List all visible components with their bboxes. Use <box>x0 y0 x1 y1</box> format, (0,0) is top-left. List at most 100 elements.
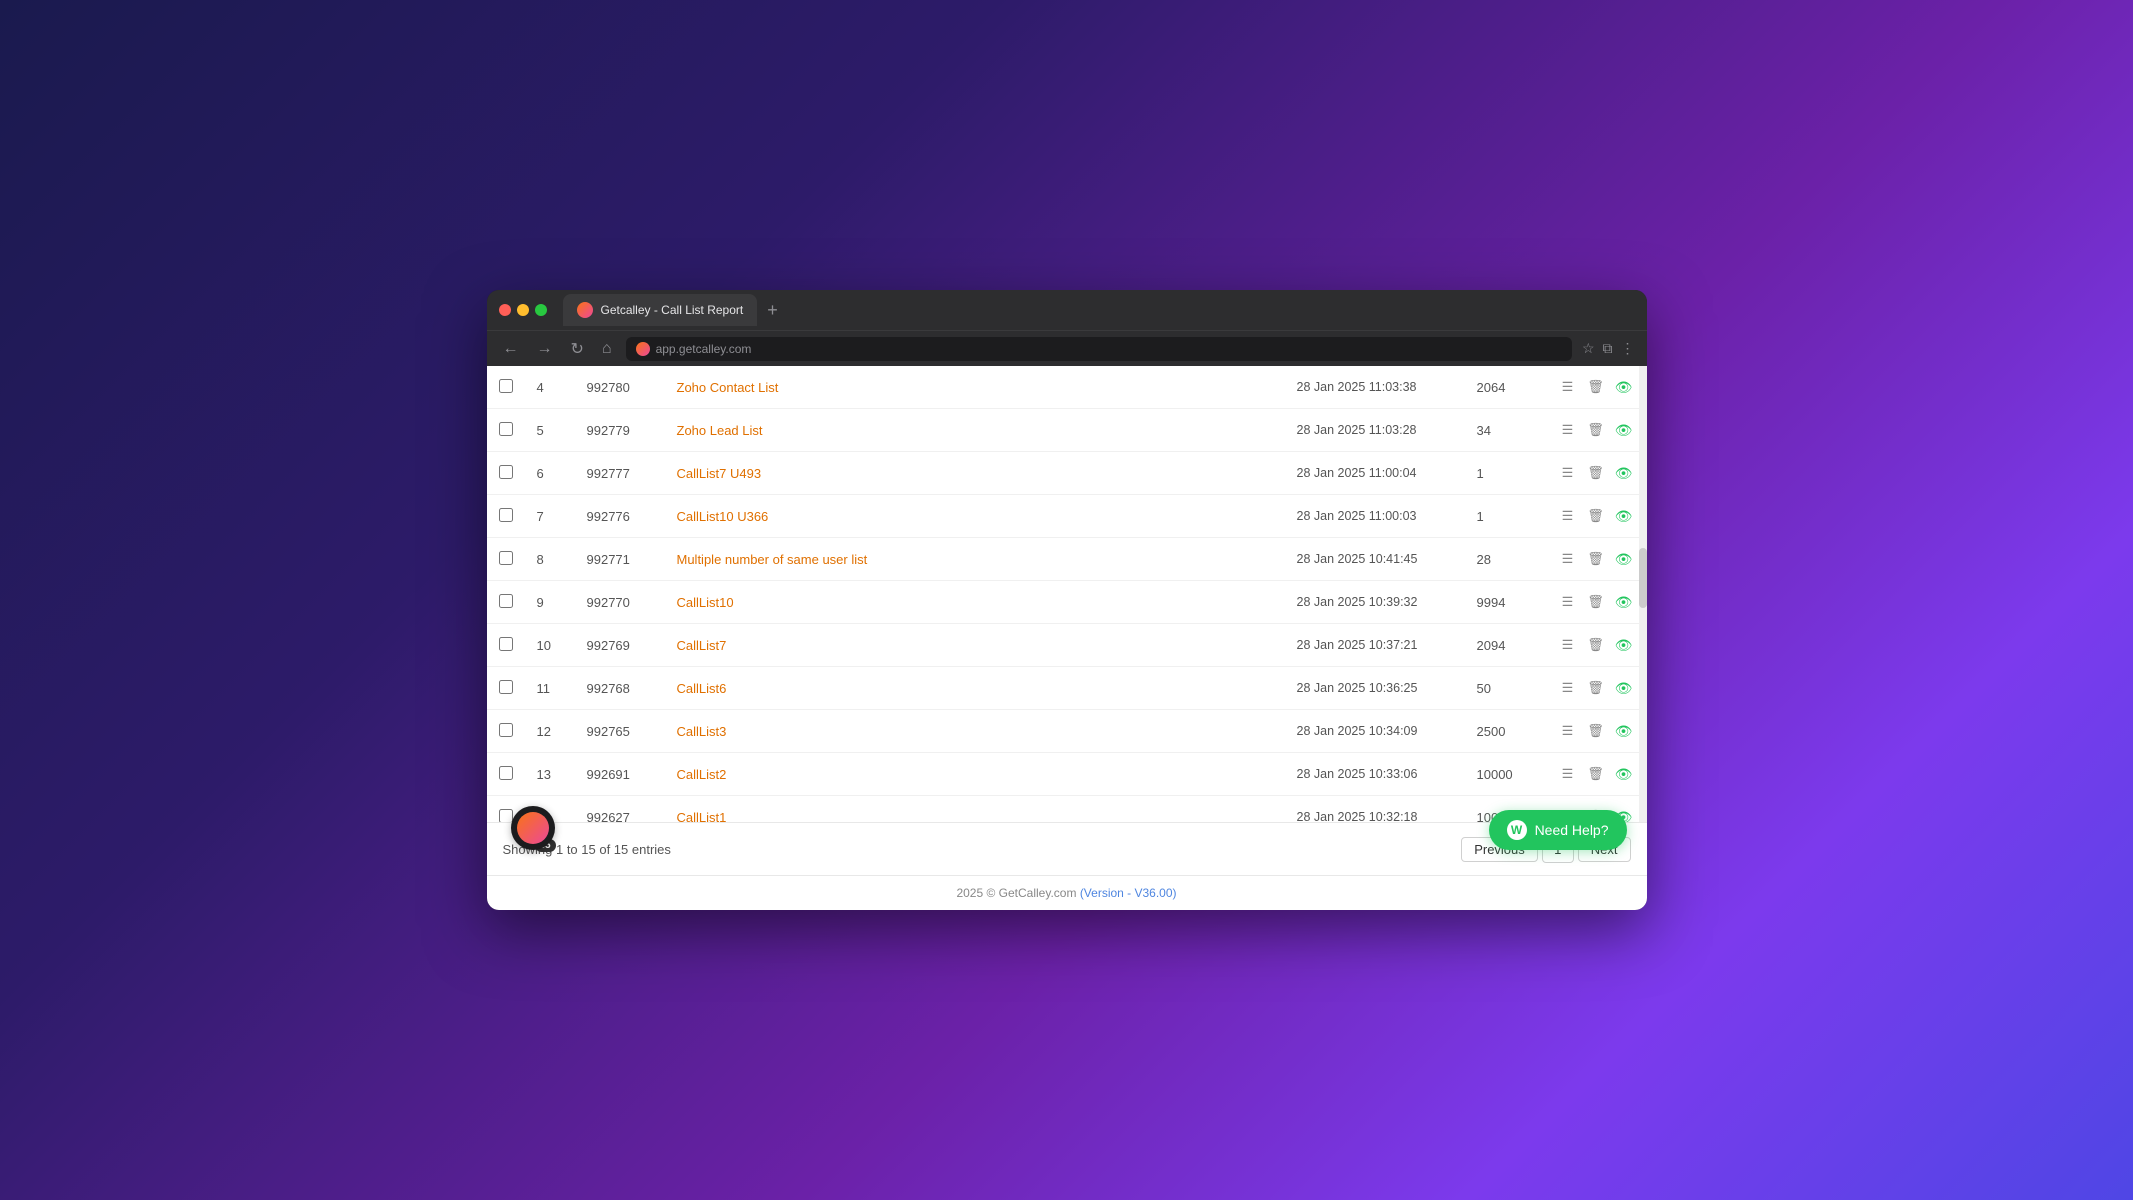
view-icon[interactable]: 👁 <box>1613 548 1635 570</box>
tab-favicon <box>577 302 593 318</box>
browser-titlebar: Getcalley - Call List Report + <box>487 290 1647 330</box>
view-icon[interactable]: 👁 <box>1613 720 1635 742</box>
delete-icon[interactable]: 🗑 <box>1585 720 1607 742</box>
view-icon[interactable]: 👁 <box>1613 505 1635 527</box>
row-id: 992627 <box>575 796 665 823</box>
row-count: 1 <box>1465 495 1545 538</box>
list-icon[interactable]: ☰ <box>1557 677 1579 699</box>
row-actions: ☰ 🗑 👁 <box>1545 624 1647 667</box>
delete-icon[interactable]: 🗑 <box>1585 505 1607 527</box>
need-help-button[interactable]: W Need Help? <box>1489 810 1627 850</box>
table-row: 10 992769 CallList7 28 Jan 2025 10:37:21… <box>487 624 1647 667</box>
row-name[interactable]: CallList10 U366 <box>665 495 1285 538</box>
table-row: 9 992770 CallList10 28 Jan 2025 10:39:32… <box>487 581 1647 624</box>
row-name[interactable]: CallList3 <box>665 710 1285 753</box>
list-icon[interactable]: ☰ <box>1557 419 1579 441</box>
row-count: 34 <box>1465 409 1545 452</box>
delete-icon[interactable]: 🗑 <box>1585 591 1607 613</box>
row-actions: ☰ 🗑 👁 <box>1545 495 1647 538</box>
row-name[interactable]: CallList7 <box>665 624 1285 667</box>
bookmark-icon[interactable]: ☆ <box>1582 340 1595 357</box>
row-name[interactable]: Zoho Contact List <box>665 366 1285 409</box>
traffic-lights <box>499 304 547 316</box>
version-link[interactable]: (Version - V36.00) <box>1080 886 1177 900</box>
list-icon[interactable]: ☰ <box>1557 505 1579 527</box>
address-bar[interactable]: app.getcalley.com <box>626 337 1572 361</box>
row-checkbox[interactable] <box>499 422 513 436</box>
row-name[interactable]: CallList10 <box>665 581 1285 624</box>
row-name[interactable]: CallList7 U493 <box>665 452 1285 495</box>
row-name[interactable]: Zoho Lead List <box>665 409 1285 452</box>
menu-icon[interactable]: ⋮ <box>1621 340 1635 357</box>
view-icon[interactable]: 👁 <box>1613 634 1635 656</box>
row-number: 6 <box>525 452 575 495</box>
view-icon[interactable]: 👁 <box>1613 376 1635 398</box>
row-checkbox[interactable] <box>499 809 513 823</box>
row-count: 9994 <box>1465 581 1545 624</box>
maximize-button[interactable] <box>535 304 547 316</box>
row-name[interactable]: CallList2 <box>665 753 1285 796</box>
row-checkbox[interactable] <box>499 465 513 479</box>
scrollbar-thumb[interactable] <box>1639 548 1647 608</box>
row-checkbox[interactable] <box>499 637 513 651</box>
row-name[interactable]: CallList6 <box>665 667 1285 710</box>
row-checkbox[interactable] <box>499 594 513 608</box>
row-checkbox[interactable] <box>499 551 513 565</box>
calley-badge[interactable] <box>511 806 555 850</box>
row-count: 10000 <box>1465 753 1545 796</box>
row-number: 4 <box>525 366 575 409</box>
list-icon[interactable]: ☰ <box>1557 634 1579 656</box>
row-date: 28 Jan 2025 10:37:21 <box>1285 624 1465 667</box>
back-button[interactable]: ← <box>499 338 523 360</box>
extensions-icon[interactable]: ⧉ <box>1603 340 1613 357</box>
delete-icon[interactable]: 🗑 <box>1585 462 1607 484</box>
list-icon[interactable]: ☰ <box>1557 548 1579 570</box>
row-date: 28 Jan 2025 11:03:38 <box>1285 366 1465 409</box>
row-actions: ☰ 🗑 👁 <box>1545 710 1647 753</box>
row-checkbox[interactable] <box>499 680 513 694</box>
toolbar-actions: ☆ ⧉ ⋮ <box>1582 340 1635 357</box>
row-checkbox[interactable] <box>499 379 513 393</box>
delete-icon[interactable]: 🗑 <box>1585 376 1607 398</box>
delete-icon[interactable]: 🗑 <box>1585 548 1607 570</box>
delete-icon[interactable]: 🗑 <box>1585 634 1607 656</box>
row-checkbox[interactable] <box>499 723 513 737</box>
delete-icon[interactable]: 🗑 <box>1585 763 1607 785</box>
view-icon[interactable]: 👁 <box>1613 763 1635 785</box>
list-icon[interactable]: ☰ <box>1557 376 1579 398</box>
browser-tab[interactable]: Getcalley - Call List Report <box>563 294 758 326</box>
minimize-button[interactable] <box>517 304 529 316</box>
row-name[interactable]: Multiple number of same user list <box>665 538 1285 581</box>
delete-icon[interactable]: 🗑 <box>1585 677 1607 699</box>
action-icons-group: ☰ 🗑 👁 <box>1557 376 1635 398</box>
row-number: 5 <box>525 409 575 452</box>
row-checkbox[interactable] <box>499 766 513 780</box>
row-name[interactable]: CallList1 <box>665 796 1285 823</box>
row-actions: ☰ 🗑 👁 <box>1545 538 1647 581</box>
refresh-button[interactable]: ↻ <box>567 337 588 361</box>
site-favicon <box>636 342 650 356</box>
view-icon[interactable]: 👁 <box>1613 419 1635 441</box>
delete-icon[interactable]: 🗑 <box>1585 419 1607 441</box>
list-icon[interactable]: ☰ <box>1557 591 1579 613</box>
row-number: 11 <box>525 667 575 710</box>
new-tab-button[interactable]: + <box>761 300 784 321</box>
view-icon[interactable]: 👁 <box>1613 677 1635 699</box>
view-icon[interactable]: 👁 <box>1613 591 1635 613</box>
row-checkbox-cell <box>487 452 525 495</box>
row-actions: ☰ 🗑 👁 <box>1545 366 1647 409</box>
list-icon[interactable]: ☰ <box>1557 763 1579 785</box>
list-icon[interactable]: ☰ <box>1557 720 1579 742</box>
row-checkbox-cell <box>487 366 525 409</box>
close-button[interactable] <box>499 304 511 316</box>
scrollbar[interactable] <box>1639 366 1647 822</box>
row-checkbox[interactable] <box>499 508 513 522</box>
list-icon[interactable]: ☰ <box>1557 462 1579 484</box>
forward-button[interactable]: → <box>533 338 557 360</box>
table-container: 4 992780 Zoho Contact List 28 Jan 2025 1… <box>487 366 1647 822</box>
view-icon[interactable]: 👁 <box>1613 462 1635 484</box>
row-actions: ☰ 🗑 👁 <box>1545 667 1647 710</box>
row-count: 50 <box>1465 667 1545 710</box>
action-icons-group: ☰ 🗑 👁 <box>1557 548 1635 570</box>
home-button[interactable]: ⌂ <box>598 338 616 360</box>
